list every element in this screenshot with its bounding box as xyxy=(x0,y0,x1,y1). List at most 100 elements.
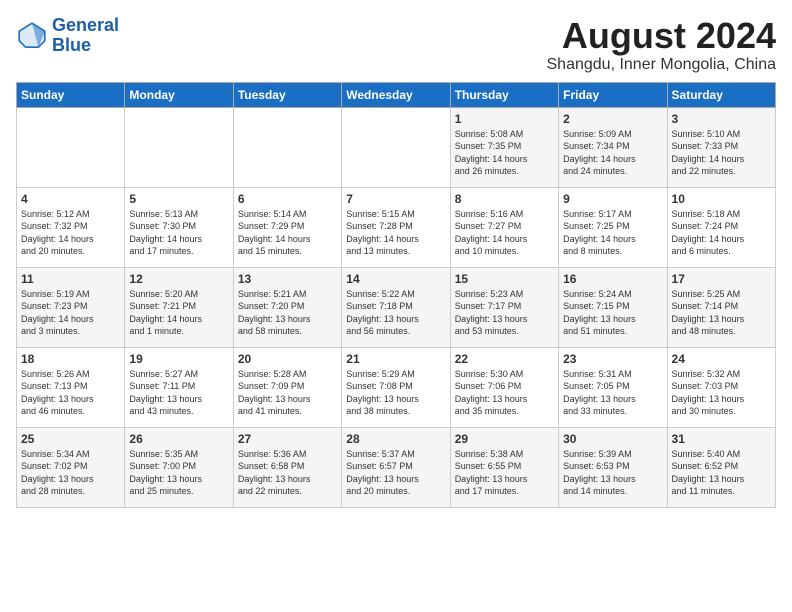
title-block: August 2024 Shangdu, Inner Mongolia, Chi… xyxy=(547,16,777,74)
calendar-cell: 24 Sunrise: 5:32 AM Sunset: 7:03 PM Dayli… xyxy=(667,347,775,427)
calendar-cell: 31 Sunrise: 5:40 AM Sunset: 6:52 PM Dayli… xyxy=(667,427,775,507)
cell-info: Sunrise: 5:17 AM Sunset: 7:25 PM Dayligh… xyxy=(563,208,662,258)
day-number: 28 xyxy=(346,432,445,446)
cell-info: Sunrise: 5:22 AM Sunset: 7:18 PM Dayligh… xyxy=(346,288,445,338)
day-number: 26 xyxy=(129,432,228,446)
day-number: 9 xyxy=(563,192,662,206)
calendar-cell: 25 Sunrise: 5:34 AM Sunset: 7:02 PM Dayli… xyxy=(17,427,125,507)
cell-info: Sunrise: 5:21 AM Sunset: 7:20 PM Dayligh… xyxy=(238,288,337,338)
cell-info: Sunrise: 5:30 AM Sunset: 7:06 PM Dayligh… xyxy=(455,368,554,418)
calendar-cell: 11 Sunrise: 5:19 AM Sunset: 7:23 PM Dayli… xyxy=(17,267,125,347)
day-number: 4 xyxy=(21,192,120,206)
calendar-cell xyxy=(342,107,450,187)
logo-icon xyxy=(16,20,48,52)
calendar-cell: 14 Sunrise: 5:22 AM Sunset: 7:18 PM Dayli… xyxy=(342,267,450,347)
day-number: 3 xyxy=(672,112,771,126)
calendar-cell: 2Sunrise: 5:09 AM Sunset: 7:34 PM Daylig… xyxy=(559,107,667,187)
calendar-cell xyxy=(17,107,125,187)
cell-info: Sunrise: 5:15 AM Sunset: 7:28 PM Dayligh… xyxy=(346,208,445,258)
cell-info: Sunrise: 5:26 AM Sunset: 7:13 PM Dayligh… xyxy=(21,368,120,418)
cell-info: Sunrise: 5:27 AM Sunset: 7:11 PM Dayligh… xyxy=(129,368,228,418)
cell-info: Sunrise: 5:12 AM Sunset: 7:32 PM Dayligh… xyxy=(21,208,120,258)
day-number: 16 xyxy=(563,272,662,286)
calendar-cell xyxy=(233,107,341,187)
day-number: 5 xyxy=(129,192,228,206)
calendar-cell: 7 Sunrise: 5:15 AM Sunset: 7:28 PM Daylig… xyxy=(342,187,450,267)
day-number: 15 xyxy=(455,272,554,286)
weekday-header-row: SundayMondayTuesdayWednesdayThursdayFrid… xyxy=(17,82,776,107)
cell-info: Sunrise: 5:36 AM Sunset: 6:58 PM Dayligh… xyxy=(238,448,337,498)
calendar-cell: 9 Sunrise: 5:17 AM Sunset: 7:25 PM Daylig… xyxy=(559,187,667,267)
calendar-cell: 6Sunrise: 5:14 AM Sunset: 7:29 PM Daylig… xyxy=(233,187,341,267)
day-number: 31 xyxy=(672,432,771,446)
cell-info: Sunrise: 5:24 AM Sunset: 7:15 PM Dayligh… xyxy=(563,288,662,338)
weekday-header-monday: Monday xyxy=(125,82,233,107)
day-number: 27 xyxy=(238,432,337,446)
calendar-cell: 10 Sunrise: 5:18 AM Sunset: 7:24 PM Dayli… xyxy=(667,187,775,267)
day-number: 30 xyxy=(563,432,662,446)
weekday-header-thursday: Thursday xyxy=(450,82,558,107)
calendar-cell xyxy=(125,107,233,187)
calendar-cell: 4 Sunrise: 5:12 AM Sunset: 7:32 PM Daylig… xyxy=(17,187,125,267)
day-number: 2 xyxy=(563,112,662,126)
cell-info: Sunrise: 5:18 AM Sunset: 7:24 PM Dayligh… xyxy=(672,208,771,258)
day-number: 8 xyxy=(455,192,554,206)
calendar-week-1: 1 Sunrise: 5:08 AM Sunset: 7:35 PM Daylig… xyxy=(17,107,776,187)
weekday-header-tuesday: Tuesday xyxy=(233,82,341,107)
calendar-cell: 15Sunrise: 5:23 AM Sunset: 7:17 PM Dayli… xyxy=(450,267,558,347)
calendar-cell: 22 Sunrise: 5:30 AM Sunset: 7:06 PM Dayli… xyxy=(450,347,558,427)
day-number: 10 xyxy=(672,192,771,206)
day-number: 25 xyxy=(21,432,120,446)
cell-info: Sunrise: 5:08 AM Sunset: 7:35 PM Dayligh… xyxy=(455,128,554,178)
page-header: General Blue August 2024 Shangdu, Inner … xyxy=(16,16,776,74)
cell-info: Sunrise: 5:13 AM Sunset: 7:30 PM Dayligh… xyxy=(129,208,228,258)
calendar-cell: 3 Sunrise: 5:10 AM Sunset: 7:33 PM Daylig… xyxy=(667,107,775,187)
cell-info: Sunrise: 5:39 AM Sunset: 6:53 PM Dayligh… xyxy=(563,448,662,498)
day-number: 18 xyxy=(21,352,120,366)
calendar-week-4: 18 Sunrise: 5:26 AM Sunset: 7:13 PM Dayli… xyxy=(17,347,776,427)
cell-info: Sunrise: 5:10 AM Sunset: 7:33 PM Dayligh… xyxy=(672,128,771,178)
calendar-cell: 23 Sunrise: 5:31 AM Sunset: 7:05 PM Dayli… xyxy=(559,347,667,427)
day-number: 11 xyxy=(21,272,120,286)
location-subtitle: Shangdu, Inner Mongolia, China xyxy=(547,56,777,74)
day-number: 14 xyxy=(346,272,445,286)
calendar-cell: 18 Sunrise: 5:26 AM Sunset: 7:13 PM Dayli… xyxy=(17,347,125,427)
cell-info: Sunrise: 5:14 AM Sunset: 7:29 PM Dayligh… xyxy=(238,208,337,258)
day-number: 12 xyxy=(129,272,228,286)
cell-info: Sunrise: 5:31 AM Sunset: 7:05 PM Dayligh… xyxy=(563,368,662,418)
day-number: 20 xyxy=(238,352,337,366)
calendar-cell: 20 Sunrise: 5:28 AM Sunset: 7:09 PM Dayli… xyxy=(233,347,341,427)
cell-info: Sunrise: 5:37 AM Sunset: 6:57 PM Dayligh… xyxy=(346,448,445,498)
calendar-cell: 16 Sunrise: 5:24 AM Sunset: 7:15 PM Dayli… xyxy=(559,267,667,347)
cell-info: Sunrise: 5:16 AM Sunset: 7:27 PM Dayligh… xyxy=(455,208,554,258)
cell-info: Sunrise: 5:19 AM Sunset: 7:23 PM Dayligh… xyxy=(21,288,120,338)
cell-info: Sunrise: 5:34 AM Sunset: 7:02 PM Dayligh… xyxy=(21,448,120,498)
calendar-week-5: 25 Sunrise: 5:34 AM Sunset: 7:02 PM Dayli… xyxy=(17,427,776,507)
cell-info: Sunrise: 5:28 AM Sunset: 7:09 PM Dayligh… xyxy=(238,368,337,418)
day-number: 23 xyxy=(563,352,662,366)
day-number: 7 xyxy=(346,192,445,206)
calendar-cell: 28 Sunrise: 5:37 AM Sunset: 6:57 PM Dayli… xyxy=(342,427,450,507)
calendar-cell: 5 Sunrise: 5:13 AM Sunset: 7:30 PM Daylig… xyxy=(125,187,233,267)
weekday-header-saturday: Saturday xyxy=(667,82,775,107)
weekday-header-sunday: Sunday xyxy=(17,82,125,107)
day-number: 19 xyxy=(129,352,228,366)
day-number: 13 xyxy=(238,272,337,286)
month-year-title: August 2024 xyxy=(547,16,777,56)
day-number: 29 xyxy=(455,432,554,446)
cell-info: Sunrise: 5:40 AM Sunset: 6:52 PM Dayligh… xyxy=(672,448,771,498)
cell-info: Sunrise: 5:35 AM Sunset: 7:00 PM Dayligh… xyxy=(129,448,228,498)
calendar-cell: 27 Sunrise: 5:36 AM Sunset: 6:58 PM Dayli… xyxy=(233,427,341,507)
calendar-week-2: 4 Sunrise: 5:12 AM Sunset: 7:32 PM Daylig… xyxy=(17,187,776,267)
cell-info: Sunrise: 5:25 AM Sunset: 7:14 PM Dayligh… xyxy=(672,288,771,338)
calendar-cell: 29Sunrise: 5:38 AM Sunset: 6:55 PM Dayli… xyxy=(450,427,558,507)
day-number: 24 xyxy=(672,352,771,366)
cell-info: Sunrise: 5:32 AM Sunset: 7:03 PM Dayligh… xyxy=(672,368,771,418)
calendar-cell: 13 Sunrise: 5:21 AM Sunset: 7:20 PM Dayli… xyxy=(233,267,341,347)
day-number: 1 xyxy=(455,112,554,126)
logo-text: General Blue xyxy=(52,16,119,56)
day-number: 22 xyxy=(455,352,554,366)
calendar-cell: 12Sunrise: 5:20 AM Sunset: 7:21 PM Dayli… xyxy=(125,267,233,347)
cell-info: Sunrise: 5:29 AM Sunset: 7:08 PM Dayligh… xyxy=(346,368,445,418)
weekday-header-friday: Friday xyxy=(559,82,667,107)
